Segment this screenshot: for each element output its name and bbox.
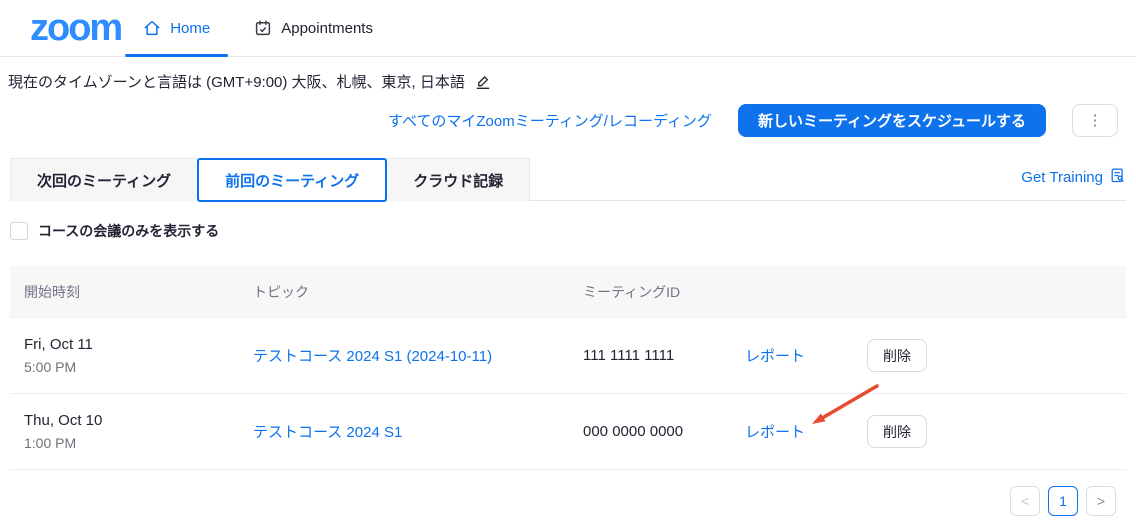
header-start-time: 開始時刻 <box>10 282 239 302</box>
meetings-tabstrip: 次回のミーティング 前回のミーティング クラウド記録 Get Training <box>10 158 1126 201</box>
tab-cloud-recordings[interactable]: クラウド記録 <box>386 158 530 201</box>
actions-row: すべてのマイZoomミーティング/レコーディング 新しいミーティングをスケジュー… <box>388 104 1118 137</box>
course-only-checkbox[interactable] <box>10 222 28 240</box>
meeting-topic-link[interactable]: テストコース 2024 S1 (2024-10-11) <box>253 348 492 365</box>
report-link[interactable]: レポート <box>745 424 805 441</box>
header-topic: トピック <box>239 282 569 302</box>
get-training-link[interactable]: Get Training <box>1021 167 1126 188</box>
pagination-page-1-button[interactable]: 1 <box>1048 486 1078 516</box>
pagination: < 1 > <box>1010 486 1116 516</box>
topic-cell: テストコース 2024 S1 <box>239 421 569 442</box>
meeting-topic-link[interactable]: テストコース 2024 S1 <box>253 424 402 441</box>
delete-cell: 削除 <box>843 415 1126 448</box>
meeting-id-cell: 111 1111 1111 <box>569 347 731 364</box>
meeting-date: Thu, Oct 10 <box>24 412 239 429</box>
timezone-language-text: 現在のタイムゾーンと言語は (GMT+9:00) 大阪、札幌、東京, 日本語 <box>8 71 465 92</box>
vertical-ellipsis-icon: ⋮ <box>1088 112 1103 129</box>
pagination-prev-button[interactable]: < <box>1010 486 1040 516</box>
timezone-row: 現在のタイムゾーンと言語は (GMT+9:00) 大阪、札幌、東京, 日本語 <box>8 71 491 92</box>
course-only-label[interactable]: コースの会議のみを表示する <box>38 221 219 241</box>
table-header-row: 開始時刻 トピック ミーティングID <box>10 266 1126 318</box>
top-navbar: zoom Home Appointments <box>0 0 1136 57</box>
topic-cell: テストコース 2024 S1 (2024-10-11) <box>239 345 569 366</box>
delete-cell: 削除 <box>843 339 1126 372</box>
tab-previous-meetings[interactable]: 前回のミーティング <box>197 158 387 202</box>
calendar-check-icon <box>254 19 272 37</box>
more-options-button[interactable]: ⋮ <box>1072 104 1118 137</box>
zoom-logo[interactable]: zoom <box>30 9 121 47</box>
report-cell: レポート <box>731 345 843 366</box>
header-meeting-id: ミーティングID <box>569 282 731 302</box>
nav-tab-home[interactable]: Home <box>121 0 232 56</box>
home-icon <box>143 19 161 37</box>
delete-button[interactable]: 削除 <box>867 415 927 448</box>
schedule-meeting-button[interactable]: 新しいミーティングをスケジュールする <box>738 104 1046 137</box>
pagination-next-button[interactable]: > <box>1086 486 1116 516</box>
table-row: Fri, Oct 11 5:00 PM テストコース 2024 S1 (2024… <box>10 318 1126 394</box>
document-magnifier-icon <box>1109 167 1126 188</box>
start-time-cell: Thu, Oct 10 1:00 PM <box>10 412 239 451</box>
edit-pencil-icon[interactable] <box>475 74 491 90</box>
zoom-web-portal: zoom Home Appointments 現在のタイムゾーンと言語は (GM… <box>0 0 1136 526</box>
previous-meetings-table: 開始時刻 トピック ミーティングID Fri, Oct 11 5:00 PM テ… <box>10 266 1126 470</box>
nav-tab-appointments-label: Appointments <box>281 20 373 37</box>
get-training-label: Get Training <box>1021 169 1103 186</box>
meeting-time: 5:00 PM <box>24 359 239 375</box>
meeting-date: Fri, Oct 11 <box>24 336 239 353</box>
nav-tab-appointments[interactable]: Appointments <box>232 0 395 56</box>
meeting-id-cell: 000 0000 0000 <box>569 423 731 440</box>
delete-button[interactable]: 削除 <box>867 339 927 372</box>
table-row: Thu, Oct 10 1:00 PM テストコース 2024 S1 000 0… <box>10 394 1126 470</box>
meeting-time: 1:00 PM <box>24 435 239 451</box>
course-filter-row: コースの会議のみを表示する <box>10 221 219 241</box>
report-cell: レポート <box>731 421 843 442</box>
nav-tab-home-label: Home <box>170 20 210 37</box>
tab-upcoming-meetings[interactable]: 次回のミーティング <box>10 158 198 201</box>
all-meetings-recordings-link[interactable]: すべてのマイZoomミーティング/レコーディング <box>388 110 712 131</box>
start-time-cell: Fri, Oct 11 5:00 PM <box>10 336 239 375</box>
meetings-tabs: 次回のミーティング 前回のミーティング クラウド記録 <box>10 158 1126 201</box>
report-link[interactable]: レポート <box>745 348 805 365</box>
